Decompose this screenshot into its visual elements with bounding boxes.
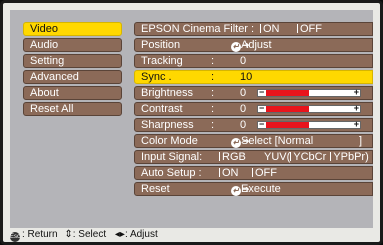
sidebar-item-reset-all[interactable]: Reset All [23,102,122,116]
sync-value: 10 [240,71,253,83]
sync-label: Sync . [141,71,172,83]
brightness-slider-fill [266,90,309,96]
position-label: Position [141,39,181,51]
cinema-filter-label: EPSON Cinema Filter : [141,23,255,35]
sync-colon: : [211,71,215,83]
cinema-filter-on[interactable]: ON [256,23,280,35]
enter-icon: ↵ [231,138,241,148]
brightness-label: Brightness [141,87,193,99]
sharpness-value: 0 [240,119,247,131]
color-mode-bracket: ] [359,135,363,147]
brightness-colon: : [211,87,215,99]
sidebar-item-video[interactable]: Video [23,22,122,36]
auto-setup-off[interactable]: OFF [248,167,277,179]
arrow-right-icon: ➔ [242,184,250,194]
arrow-right-icon: ➔ [242,136,250,146]
row-color-mode[interactable]: Color Mode ↵ ➔ Select [Normal ] [134,134,373,148]
auto-setup-label: Auto Setup : [141,167,202,179]
input-signal-yuv[interactable]: YUV(YCbCr YPbPr) [264,151,369,163]
settings-panel: EPSON Cinema Filter : ON OFF Position ↵ ➔… [134,22,373,198]
sidebar-item-audio[interactable]: Audio [23,38,122,52]
row-tracking[interactable]: Tracking : 0 [134,54,373,68]
row-contrast[interactable]: Contrast : 0 − + [134,102,373,116]
arrow-right-icon: ➔ [242,40,250,50]
tracking-label: Tracking [141,55,183,67]
minus-icon: − [259,119,265,129]
row-reset[interactable]: Reset ↵ ➔ Execute [134,182,373,196]
position-adjust[interactable]: ↵ ➔ Adjust [231,39,272,52]
row-sharpness[interactable]: Sharpness : 0 − + [134,118,373,132]
plus-icon: + [353,103,359,113]
color-mode-label: Color Mode [141,135,198,147]
sharpness-slider-fill [266,122,309,128]
plus-icon: + [353,119,359,129]
tracking-value: 0 [240,55,247,67]
footer-help: Esc: Return ⇕: Select ◂▸: Adjust [10,228,373,242]
enter-icon: ↵ [231,42,241,52]
sharpness-colon: : [211,119,215,131]
left-right-icon: ◂▸ [114,229,125,240]
footer-adjust: : Adjust [124,229,158,240]
sharpness-label: Sharpness [141,119,194,131]
enter-icon: ↵ [231,186,241,196]
input-signal-label: Input Signal: [141,151,203,163]
contrast-colon: : [211,103,215,115]
color-mode-select[interactable]: ↵ ➔ Select [Normal [231,135,313,148]
row-input-signal[interactable]: Input Signal: RGB YUV(YCbCr YPbPr) [134,150,373,164]
menu-screen: Video Audio Setting Advanced About Reset… [10,10,373,228]
up-down-icon: ⇕ [64,229,73,240]
footer-select: : Select [72,229,107,240]
sidebar-item-about[interactable]: About [23,86,122,100]
row-sync[interactable]: Sync . : 10 [134,70,373,84]
projector-menu: Video Audio Setting Advanced About Reset… [0,0,383,245]
cinema-filter-off[interactable]: OFF [293,23,322,35]
footer-return: : Return [22,229,58,240]
contrast-slider[interactable]: − + [257,103,361,113]
contrast-value: 0 [240,103,247,115]
contrast-slider-fill [266,106,309,112]
sidebar-item-advanced[interactable]: Advanced [23,70,122,84]
reset-label: Reset [141,183,170,195]
row-auto-setup[interactable]: Auto Setup : ON OFF [134,166,373,180]
sharpness-slider[interactable]: − + [257,119,361,129]
row-brightness[interactable]: Brightness : 0 − + [134,86,373,100]
row-position[interactable]: Position ↵ ➔ Adjust [134,38,373,52]
sidebar-item-setting[interactable]: Setting [23,54,122,68]
brightness-slider[interactable]: − + [257,87,361,97]
sidebar: Video Audio Setting Advanced About Reset… [23,22,122,118]
plus-icon: + [353,87,359,97]
esc-button-icon: Esc [10,232,21,242]
auto-setup-on[interactable]: ON [215,167,239,179]
minus-icon: − [259,87,265,97]
brightness-value: 0 [240,87,247,99]
minus-icon: − [259,103,265,113]
row-cinema-filter[interactable]: EPSON Cinema Filter : ON OFF [134,22,373,36]
tracking-colon: : [211,55,215,67]
input-signal-rgb[interactable]: RGB [215,151,246,163]
contrast-label: Contrast [141,103,183,115]
reset-execute[interactable]: ↵ ➔ Execute [231,183,281,196]
